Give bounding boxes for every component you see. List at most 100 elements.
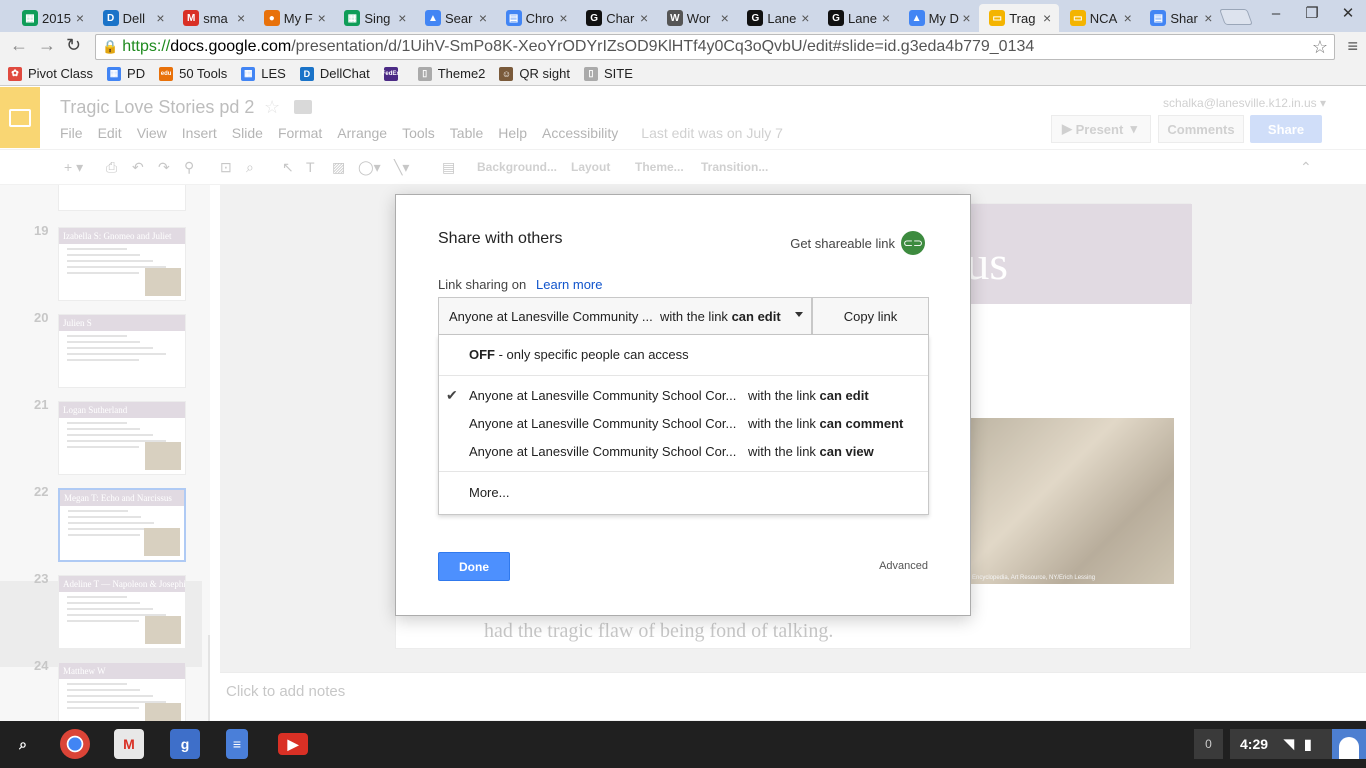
link-icon[interactable]: ⊂⊃	[901, 231, 925, 255]
youtube-icon[interactable]: ▶	[278, 733, 308, 755]
browser-tab[interactable]: ▤ Shar ×	[1140, 4, 1220, 32]
restore-icon[interactable]: ❐	[1294, 0, 1330, 28]
browser-tab[interactable]: G Lane ×	[737, 4, 817, 32]
chrome-icon[interactable]	[60, 729, 90, 759]
tab-favicon-icon: ▲	[425, 10, 441, 26]
tab-label: My D	[928, 10, 959, 26]
bookmark-icon: edu	[159, 66, 174, 81]
browser-tab[interactable]: G Char ×	[576, 4, 656, 32]
access-option[interactable]: Anyone at Lanesville Community School Co…	[469, 388, 909, 403]
close-window-icon[interactable]: ✕	[1330, 0, 1366, 28]
address-bar[interactable]: 🔒 https://docs.google.com/presentation/d…	[95, 34, 1335, 60]
bookmark-item[interactable]: ✿ Pivot Class	[8, 66, 93, 81]
battery-icon: ▮	[1304, 735, 1312, 752]
bookmark-item[interactable]: ▦ LES	[241, 66, 286, 81]
close-tab-icon[interactable]: ×	[640, 10, 648, 26]
option-off[interactable]: OFF - only specific people can access	[469, 347, 689, 362]
bookmark-icon: ▦	[241, 66, 256, 81]
tab-label: Dell	[122, 10, 145, 26]
option-permission: with the link can view	[748, 444, 874, 459]
get-link-label: Get shareable link	[790, 235, 895, 251]
close-tab-icon[interactable]: ×	[398, 10, 406, 26]
close-tab-icon[interactable]: ×	[1124, 10, 1132, 26]
close-tab-icon[interactable]: ×	[318, 10, 326, 26]
dialog-title: Share with others	[438, 230, 563, 247]
gmail-icon[interactable]: M	[114, 729, 144, 759]
bookmark-item[interactable]: ▦ PD	[107, 66, 145, 81]
advanced-link[interactable]: Advanced	[879, 560, 928, 572]
option-suffix: with the link	[748, 444, 820, 459]
close-tab-icon[interactable]: ×	[76, 10, 84, 26]
browser-tab[interactable]: ▭ NCA ×	[1060, 4, 1140, 32]
tab-strip: ▦ 2015 × D Dell × Msma × ● My F × ▦ Sing × ▲ Sear × ▤ Chro…	[0, 0, 1366, 32]
chrome-menu-icon[interactable]: ≡	[1347, 36, 1358, 57]
access-option[interactable]: Anyone at Lanesville Community School Co…	[469, 444, 909, 459]
done-button[interactable]: Done	[438, 552, 510, 581]
tab-label: NCA	[1089, 10, 1118, 26]
forward-icon[interactable]: →	[38, 35, 56, 56]
close-tab-icon[interactable]: ×	[1043, 10, 1051, 26]
browser-tab[interactable]: W Wor ×	[657, 4, 737, 32]
browser-tab[interactable]: ▤ Chro ×	[496, 4, 576, 32]
bookmark-star-icon[interactable]: ☆	[1312, 37, 1328, 58]
tab-label: Shar	[1170, 10, 1198, 26]
bookmark-label: DellChat	[319, 66, 370, 81]
tab-favicon-icon: W	[666, 10, 683, 26]
launcher-search-icon[interactable]: ⌕	[8, 729, 38, 759]
close-tab-icon[interactable]: ×	[801, 10, 809, 26]
clock: 4:29	[1240, 736, 1269, 752]
bookmark-item[interactable]: D DellChat	[299, 66, 370, 81]
avatar[interactable]	[1332, 729, 1366, 759]
minimize-icon[interactable]: –	[1258, 0, 1294, 28]
get-shareable-link[interactable]: Get shareable link ⊂⊃	[790, 231, 925, 255]
link-sharing-status: Link sharing on	[438, 277, 527, 292]
bookmark-item[interactable]: ▯ Theme2	[417, 66, 485, 81]
close-tab-icon[interactable]: ×	[479, 10, 487, 26]
bookmark-item[interactable]: edu 50 Tools	[159, 66, 227, 81]
option-more[interactable]: More...	[469, 485, 509, 500]
notification-counter[interactable]: 0	[1194, 729, 1223, 759]
status-tray[interactable]: 4:29 ◥ ▮	[1230, 729, 1366, 759]
browser-tab[interactable]: G Lane ×	[818, 4, 898, 32]
chevron-down-icon	[795, 312, 803, 317]
close-tab-icon[interactable]: ×	[1204, 10, 1212, 26]
menu-divider	[439, 375, 928, 376]
bookmark-label: SITE	[604, 66, 633, 81]
link-access-dropdown[interactable]: Anyone at Lanesville Community ... with …	[438, 297, 812, 335]
tab-favicon-icon: ▦	[22, 10, 38, 26]
tab-favicon-icon: ▭	[1069, 10, 1086, 26]
new-tab-button[interactable]	[1219, 9, 1253, 25]
option-suffix: with the link	[748, 416, 820, 431]
close-tab-icon[interactable]: ×	[721, 10, 729, 26]
browser-tab[interactable]: ▦ Sing ×	[334, 4, 414, 32]
bookmark-item[interactable]: ▯ SITE	[584, 66, 633, 81]
lock-icon: 🔒	[102, 39, 119, 54]
close-tab-icon[interactable]: ×	[559, 10, 567, 26]
browser-tab[interactable]: ● My F ×	[254, 4, 334, 32]
reload-icon[interactable]: ↻	[66, 35, 81, 56]
bookmarks-bar: ✿ Pivot Class ▦ PD edu 50 Tools ▦ LES D DellChat F…	[0, 62, 1366, 86]
browser-tab[interactable]: Msma ×	[173, 4, 253, 32]
learn-more-link[interactable]: Learn more	[536, 277, 602, 292]
back-icon[interactable]: ←	[10, 35, 28, 56]
tab-label: sma	[203, 10, 228, 26]
bookmark-item[interactable]: FedEx	[382, 66, 404, 81]
browser-tab[interactable]: ▭ Trag ×	[979, 4, 1060, 32]
access-option[interactable]: Anyone at Lanesville Community School Co…	[469, 416, 909, 431]
close-tab-icon[interactable]: ×	[962, 10, 970, 26]
tab-label: Sing	[364, 10, 391, 26]
close-tab-icon[interactable]: ×	[237, 10, 245, 26]
bookmark-item[interactable]: ☺ QR sight	[499, 66, 570, 81]
copy-link-button[interactable]: Copy link	[812, 297, 929, 335]
docs-icon[interactable]: ≡	[226, 729, 248, 759]
selected-suffix: with the link	[660, 308, 728, 324]
close-tab-icon[interactable]: ×	[156, 10, 164, 26]
browser-tab[interactable]: ▲ My D ×	[899, 4, 979, 32]
google-search-icon[interactable]: g	[170, 729, 200, 759]
close-tab-icon[interactable]: ×	[882, 10, 890, 26]
browser-tab[interactable]: D Dell ×	[93, 4, 173, 32]
access-options-menu: OFF - only specific people can access ✔ A…	[438, 335, 929, 515]
browser-tab[interactable]: ▦ 2015 ×	[12, 4, 92, 32]
tab-label: 2015	[42, 10, 71, 26]
browser-tab[interactable]: ▲ Sear ×	[415, 4, 495, 32]
